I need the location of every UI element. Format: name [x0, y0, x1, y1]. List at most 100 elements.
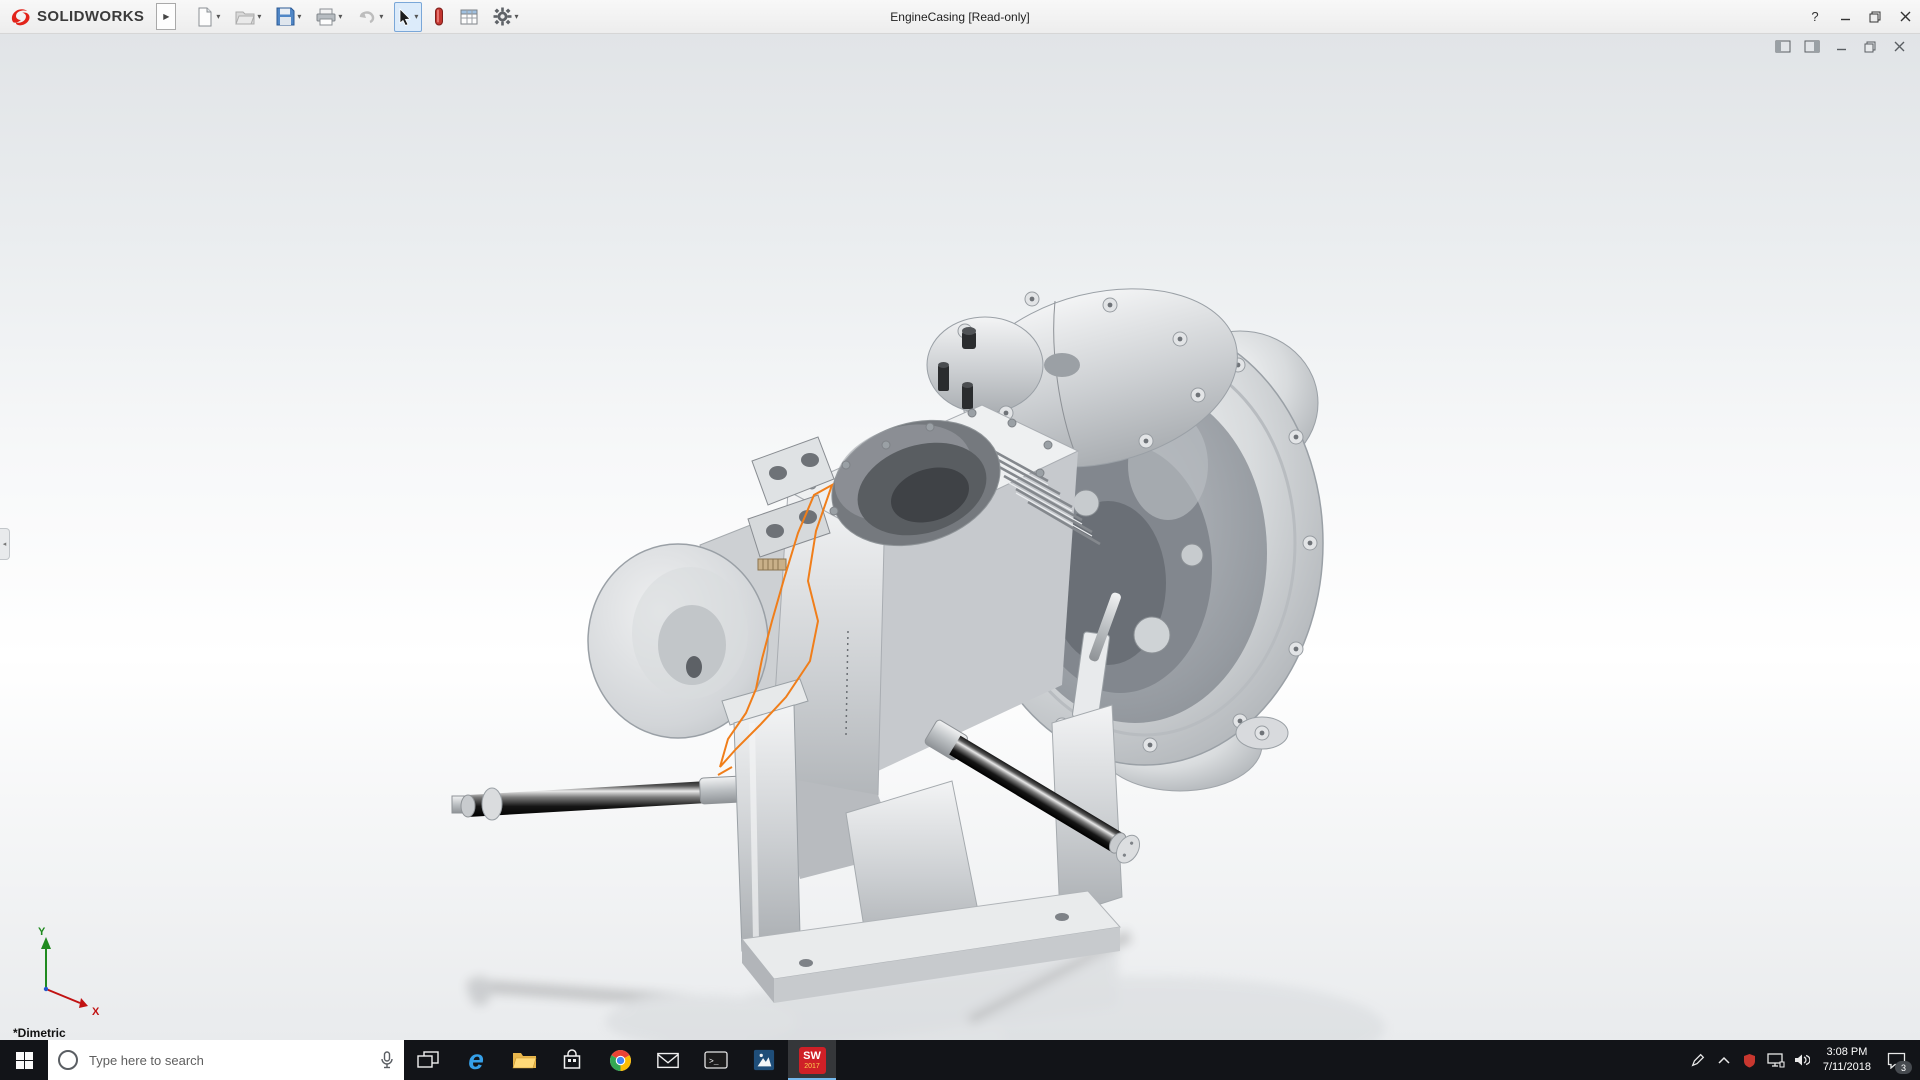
microphone-icon[interactable] [380, 1051, 394, 1069]
dropdown-caret[interactable]: ▾ [297, 13, 301, 21]
new-document-icon [196, 7, 214, 27]
prompt-glyph: >_ [709, 1058, 719, 1067]
help-button[interactable]: ? [1800, 0, 1830, 33]
open-folder-icon [235, 8, 255, 26]
left-shaft[interactable] [452, 776, 745, 820]
document-window-controls [1774, 39, 1908, 54]
speaker-icon [1794, 1053, 1810, 1067]
quick-access-toolbar: ▾ ▾ ▾ [192, 2, 522, 32]
show-left-pane-button[interactable] [1774, 39, 1792, 54]
print-button[interactable]: ▾ [312, 2, 346, 32]
appearance-icon [433, 7, 445, 26]
dropdown-caret[interactable]: ▾ [216, 13, 220, 21]
app-command-prompt[interactable]: >_ [692, 1040, 740, 1080]
options-gear-icon [493, 7, 512, 26]
knurled-fitting [758, 559, 786, 570]
doc-close-button[interactable] [1890, 39, 1908, 54]
hidden-icons-button[interactable] [1711, 1040, 1737, 1080]
windows-logo-icon [16, 1052, 33, 1069]
app-solidworks-2017[interactable]: SW 2017 [788, 1040, 836, 1080]
housing-lug [1236, 717, 1288, 749]
taskbar-clock[interactable]: 3:08 PM 7/11/2018 [1815, 1045, 1879, 1076]
triad-y-label: Y [38, 926, 46, 938]
windows-ink-button[interactable] [1685, 1040, 1711, 1080]
panel-expand-tab[interactable]: ◂ [0, 528, 10, 560]
action-center-button[interactable]: 3 [1879, 1040, 1913, 1080]
pane-right-icon [1804, 40, 1820, 53]
network-button[interactable] [1763, 1040, 1789, 1080]
save-icon [276, 7, 295, 26]
undo-button[interactable]: ▾ [353, 2, 387, 32]
solidworks-year: 2017 [804, 1063, 820, 1070]
taskbar-search[interactable] [48, 1040, 404, 1080]
dropdown-caret[interactable]: ▾ [379, 13, 383, 21]
show-right-pane-button[interactable] [1803, 39, 1821, 54]
brand-text: SOLIDWORKS [37, 8, 144, 25]
doc-minimize-icon [1836, 41, 1847, 52]
solidworks-logo: SOLIDWORKS [0, 7, 152, 27]
save-button[interactable]: ▾ [272, 2, 305, 32]
photos-icon [753, 1049, 775, 1071]
design-table-icon [460, 8, 478, 26]
solidworks-app-icon: SW 2017 [799, 1047, 826, 1074]
notification-badge: 3 [1895, 1061, 1912, 1074]
app-mail[interactable] [644, 1040, 692, 1080]
network-icon [1767, 1053, 1785, 1068]
reference-triad: Y X [38, 926, 100, 1018]
doc-restore-icon [1864, 41, 1876, 53]
design-table-button[interactable] [456, 2, 482, 32]
clock-time: 3:08 PM [1823, 1045, 1871, 1060]
screen: EngineCasing [Read-only] SOLIDWORKS ▶ ▾ [0, 0, 1920, 1080]
open-button[interactable]: ▾ [231, 2, 265, 32]
window-controls: ? [1800, 0, 1920, 33]
close-button[interactable] [1890, 0, 1920, 33]
engine-casing-model[interactable]: Y X [0, 33, 1920, 1040]
options-button[interactable]: ▾ [489, 2, 522, 32]
minimize-button[interactable] [1830, 0, 1860, 33]
undo-icon [357, 9, 377, 25]
doc-restore-button[interactable] [1861, 39, 1879, 54]
dropdown-caret[interactable]: ▾ [514, 13, 518, 21]
pen-icon [1690, 1052, 1706, 1068]
appearance-button[interactable] [429, 2, 449, 32]
file-explorer-icon [512, 1050, 537, 1070]
shield-icon [1743, 1053, 1756, 1068]
select-cursor-icon [398, 8, 412, 26]
graphics-viewport[interactable]: ◂ [0, 33, 1920, 1040]
app-store[interactable] [548, 1040, 596, 1080]
select-tool-button[interactable]: ▾ [394, 2, 422, 32]
ds-logo-icon [10, 7, 32, 27]
search-input[interactable] [87, 1052, 371, 1069]
maximize-button[interactable] [1860, 0, 1890, 33]
pane-left-icon [1775, 40, 1791, 53]
dropdown-caret[interactable]: ▾ [257, 13, 261, 21]
new-document-button[interactable]: ▾ [192, 2, 224, 32]
taskbar: e [0, 1040, 1920, 1080]
menu-flyout-button[interactable]: ▶ [156, 3, 176, 30]
edge-icon: e [468, 1046, 484, 1074]
cortana-icon [58, 1050, 78, 1070]
print-icon [316, 8, 336, 26]
mail-icon [656, 1050, 680, 1070]
restore-icon [1869, 11, 1881, 23]
dropdown-caret[interactable]: ▾ [338, 13, 342, 21]
chevron-up-icon [1718, 1056, 1730, 1065]
dropdown-caret[interactable]: ▾ [414, 13, 418, 21]
task-view-button[interactable] [404, 1040, 452, 1080]
system-tray: 3:08 PM 7/11/2018 3 [1685, 1040, 1920, 1080]
titlebar: EngineCasing [Read-only] SOLIDWORKS ▶ ▾ [0, 0, 1920, 34]
clock-date: 7/11/2018 [1823, 1060, 1871, 1075]
app-edge[interactable]: e [452, 1040, 500, 1080]
chrome-icon [609, 1049, 632, 1072]
doc-minimize-button[interactable] [1832, 39, 1850, 54]
app-file-explorer[interactable] [500, 1040, 548, 1080]
volume-button[interactable] [1789, 1040, 1815, 1080]
triad-x-label: X [92, 1006, 100, 1018]
app-photos[interactable] [740, 1040, 788, 1080]
app-chrome[interactable] [596, 1040, 644, 1080]
tray-security-button[interactable] [1737, 1040, 1763, 1080]
command-prompt-icon: >_ [704, 1050, 728, 1070]
minimize-icon [1840, 11, 1851, 22]
close-icon [1900, 11, 1911, 22]
start-button[interactable] [0, 1040, 48, 1080]
